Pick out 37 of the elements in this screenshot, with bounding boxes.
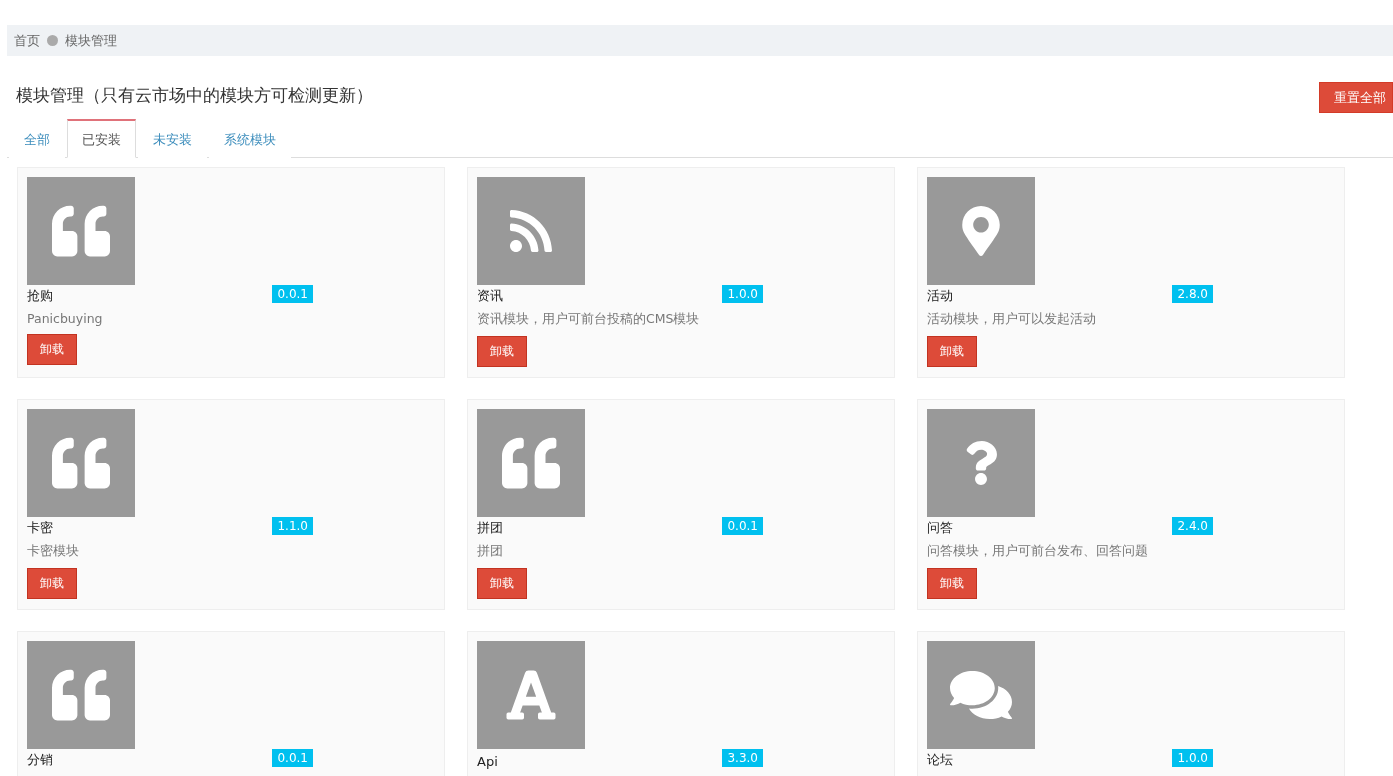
version-badge: 2.4.0: [1172, 517, 1213, 535]
module-name: 活动: [927, 287, 953, 305]
uninstall-button[interactable]: 卸载: [477, 568, 527, 599]
uninstall-button[interactable]: 卸载: [927, 568, 977, 599]
version-badge: 3.3.0: [722, 749, 763, 767]
breadcrumb-link[interactable]: 首页: [14, 31, 40, 50]
page-title: 模块管理（只有云市场中的模块方可检测更新）: [16, 84, 373, 107]
module-description: 活动模块，用户可以发起活动: [927, 311, 1097, 328]
version-badge: 1.1.0: [272, 517, 313, 535]
separator-dot-icon: [47, 35, 58, 46]
module-name: 论坛: [927, 751, 953, 769]
module-description: 问答模块，用户可前台发布、回答问题: [927, 543, 1149, 560]
rss-icon: [507, 207, 555, 255]
module-name: 拼团: [477, 519, 503, 537]
module-description: 卡密模块: [27, 543, 80, 560]
module-name: 资讯: [477, 287, 503, 305]
uninstall-button[interactable]: 卸载: [927, 336, 977, 367]
version-badge: 1.0.0: [1172, 749, 1213, 767]
module-description: 资讯模块，用户可前台投稿的CMS模块: [477, 311, 701, 328]
module-name: 问答: [927, 519, 953, 537]
version-badge: 1.0.0: [722, 285, 763, 303]
uninstall-button[interactable]: 卸载: [477, 336, 527, 367]
module-name: Api: [477, 754, 498, 769]
current-page-label: 模块管理: [65, 31, 117, 50]
module-name: 抢购: [27, 287, 53, 305]
module-name: 卡密: [27, 519, 53, 537]
version-badge: 0.0.1: [272, 285, 313, 303]
uninstall-button[interactable]: 卸载: [27, 334, 77, 365]
version-badge: 0.0.1: [722, 517, 763, 535]
reset-all-button[interactable]: 重置全部: [1319, 82, 1393, 113]
version-badge: 0.0.1: [272, 749, 313, 767]
module-name: 分销: [27, 751, 53, 769]
module-description: 拼团: [477, 543, 504, 560]
tab[interactable]: 已安装: [67, 119, 136, 158]
uninstall-button[interactable]: 卸载: [27, 568, 77, 599]
module-description: Panicbuying: [27, 311, 104, 326]
version-badge: 2.8.0: [1172, 285, 1213, 303]
